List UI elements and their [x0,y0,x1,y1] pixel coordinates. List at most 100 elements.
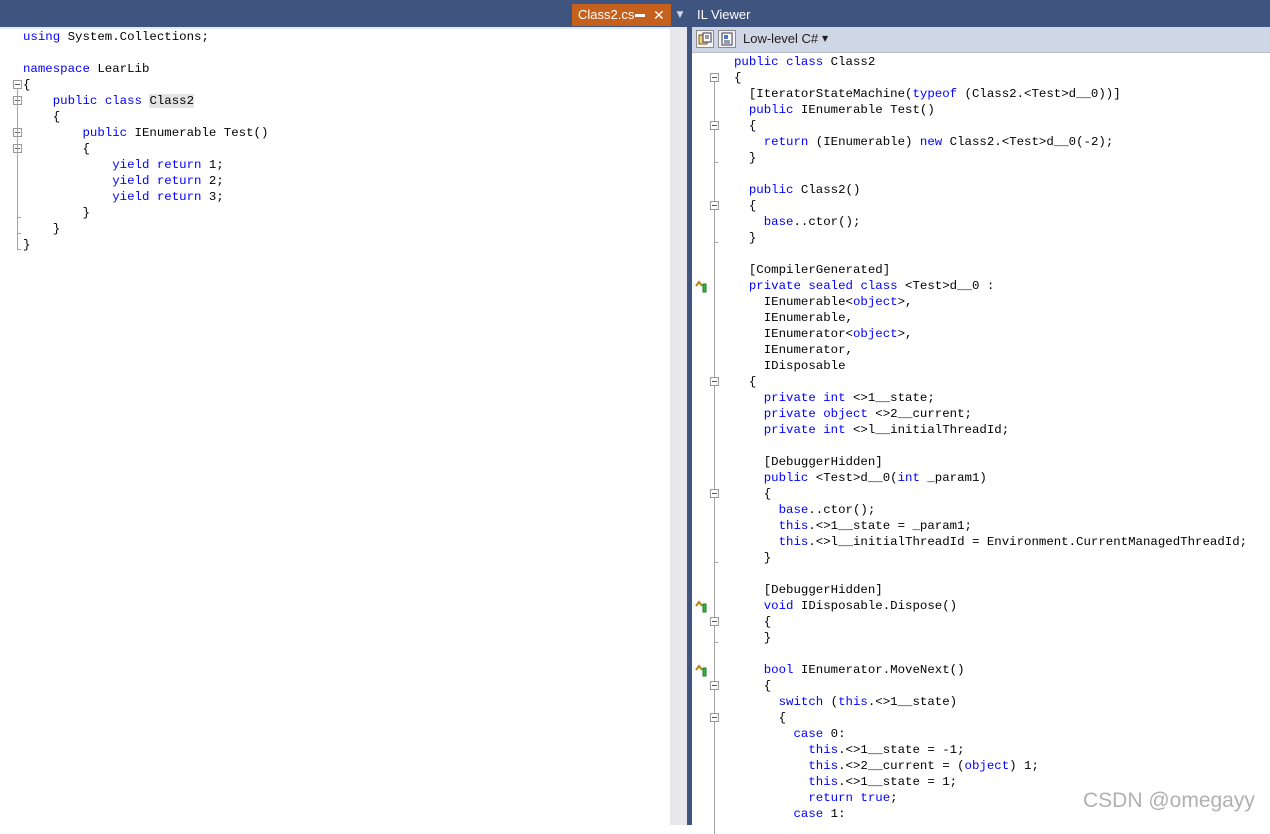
code-line: case 0: [734,726,1247,742]
fold-toggle-icon[interactable] [710,617,719,626]
code-line: { [734,198,1247,214]
code-line: } [734,230,1247,246]
code-token: { [734,615,772,629]
code-token: 3; [201,190,224,204]
code-token: Class2.<Test>d__0(-2); [942,135,1114,149]
fold-toggle-icon[interactable] [710,681,719,690]
code-line: { [734,118,1247,134]
implementation-marker-icon[interactable] [694,662,710,678]
code-line: { [734,614,1247,630]
code-line: [DebuggerHidden] [734,582,1247,598]
keyword-token: public [748,103,794,117]
implementation-marker-icon[interactable] [694,598,710,614]
fold-toggle-icon[interactable] [710,121,719,130]
code-line: private sealed class <Test>d__0 : [734,278,1247,294]
code-line: IEnumerable<object>, [734,294,1247,310]
source-code[interactable]: using System.Collections; namespace Lear… [23,29,268,253]
keyword-token: this [808,743,839,757]
keyword-token: public [734,55,779,69]
code-line: return (IEnumerable) new Class2.<Test>d_… [734,134,1247,150]
keyword-token: yield [112,190,150,204]
keyword-token: public [52,94,98,108]
code-line: namespace LearLib [23,61,268,77]
language-selector[interactable]: Low-level C# [743,30,818,48]
code-token: (Class2.<Test>d__0))] [957,87,1121,101]
code-token: IEnumerable, [734,311,853,325]
code-line: void IDisposable.Dispose() [734,598,1247,614]
code-line: [CompilerGenerated] [734,262,1247,278]
il-code[interactable]: public class Class2{ [IteratorStateMachi… [734,54,1247,822]
fold-toggle-icon[interactable] [710,201,719,210]
fold-toggle-icon[interactable] [710,489,719,498]
fold-toggle-icon[interactable] [710,73,719,82]
code-token: .<>1__state) [867,695,958,709]
code-line: yield return 3; [23,189,268,205]
source-editor[interactable]: using System.Collections; namespace Lear… [0,27,670,825]
code-token: IEnumerator< [734,327,853,341]
code-token: Class2 [823,55,876,69]
code-line: public Class2() [734,182,1247,198]
code-token: 1; [201,158,224,172]
tab-label: Class2.cs [578,7,635,22]
fold-toggle-icon[interactable] [13,80,22,89]
implementation-marker-icon[interactable] [694,278,710,294]
keyword-token: int [823,423,846,437]
code-token: .<>2__current = ( [838,759,965,773]
keyword-token: bool [763,663,794,677]
fold-toggle-icon[interactable] [710,377,719,386]
il-viewer-panel: Low-level C# ▼ public class Class2{ [Ite… [692,27,1270,834]
code-line: { [23,141,268,157]
outline-end [17,217,21,218]
code-token: 0: [823,727,846,741]
code-token: >, [897,295,913,309]
code-token: 2; [201,174,224,188]
il-settings-icon[interactable] [718,30,736,48]
code-token: [DebuggerHidden] [734,455,883,469]
keyword-token: case [793,807,824,821]
editor-scrollbar[interactable] [670,27,687,825]
keyword-token: class [860,279,898,293]
code-line: { [734,710,1247,726]
code-token: ; [890,791,898,805]
keyword-token: this [808,759,839,773]
keyword-token: void [763,599,794,613]
code-token: Class2 [149,94,195,108]
keyword-token: using [23,30,61,44]
keyword-token: true [860,791,891,805]
fold-toggle-icon[interactable] [710,713,719,722]
keyword-token: int [823,391,846,405]
il-view-icon[interactable] [696,30,714,48]
outline-end [714,162,718,163]
code-line: IEnumerator<object>, [734,326,1247,342]
chevron-down-icon[interactable]: ▼ [822,30,828,48]
code-line: } [734,550,1247,566]
code-token: } [23,206,90,220]
code-token: { [734,199,757,213]
pin-icon[interactable]: ▬ [635,4,645,26]
keyword-token: switch [778,695,824,709]
code-token: } [23,222,61,236]
close-icon[interactable]: ✕ [653,4,665,26]
tab-class2-cs[interactable]: Class2.cs ▬ ✕ [572,4,671,26]
tab-dropdown-icon[interactable]: ▼ [673,4,687,26]
code-token: } [734,631,772,645]
code-token: IDisposable.Dispose() [793,599,958,613]
code-line: this.<>1__state = 1; [734,774,1247,790]
code-token: _param1) [919,471,987,485]
code-line: IEnumerator, [734,342,1247,358]
